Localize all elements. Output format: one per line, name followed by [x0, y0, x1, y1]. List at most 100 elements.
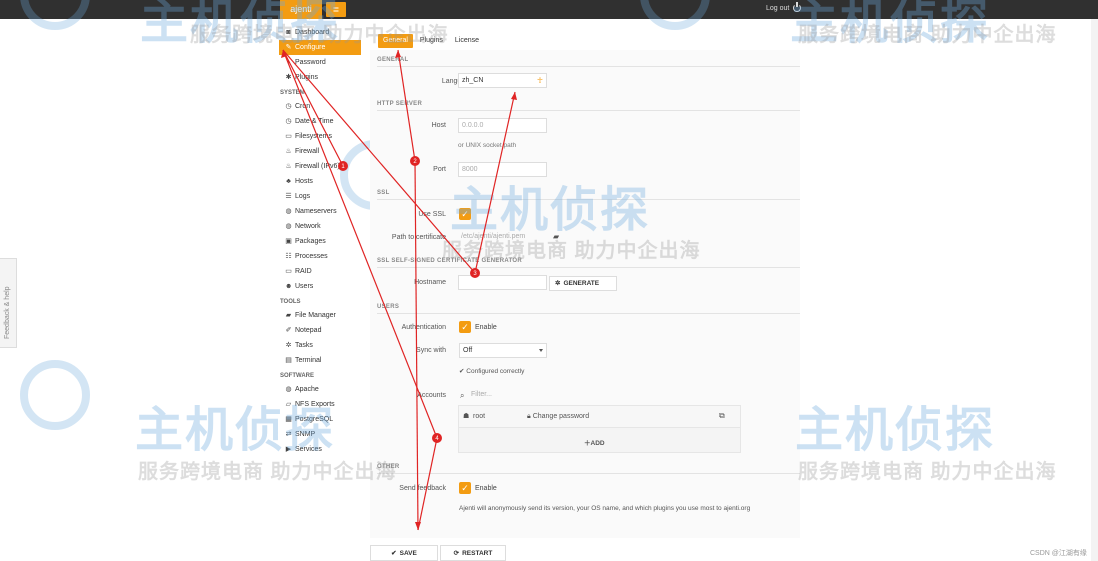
watermark-brand-text: 主机侦探 [795, 404, 996, 457]
language-select[interactable]: zh_CN ☥ [458, 73, 547, 88]
power-icon [793, 2, 802, 12]
globe-icon: ◍ [285, 208, 292, 215]
menu-icon: ≣ [332, 5, 340, 14]
hostname-label: Hostname [414, 279, 446, 286]
gift-icon: ▣ [285, 238, 292, 245]
section-ssl-heading: SSL [377, 190, 390, 196]
send-feedback-checkbox[interactable]: ✓ [459, 482, 471, 494]
sync-status-text: Configured correctly [466, 368, 525, 375]
sidebar-item-password[interactable]: ▪ Password [279, 55, 361, 70]
sidebar-item-label: Tasks [295, 342, 313, 349]
send-feedback-enable-label: Enable [475, 485, 497, 492]
account-row: ☗ root 🔒︎ Change password ⧉ [459, 406, 740, 428]
fire-icon: ♨ [285, 163, 292, 170]
sidebar-item-label: File Manager [295, 312, 336, 319]
sidebar-toggle-button[interactable]: ≣ [326, 2, 346, 17]
certificate-path-label: Path to certificate [391, 234, 446, 241]
sync-with-value: Off [463, 347, 473, 354]
sidebar-item-snmp[interactable]: ⇄ SNMP [279, 427, 361, 442]
sidebar-item-label: Processes [295, 253, 328, 260]
sidebar-item-label: Dashboard [295, 29, 330, 36]
section-ssl-generator-heading: SSL SELF-SIGNED CERTIFICATE GENERATOR [377, 258, 522, 264]
save-button[interactable]: ✔ SAVE [370, 545, 438, 561]
sidebar-item-label: Password [295, 59, 326, 66]
sidebar-item-plugins[interactable]: ✱ Plugins [279, 70, 361, 85]
hostname-input[interactable] [458, 275, 547, 290]
sidebar-item-label: Firewall (IPv6) [295, 163, 340, 170]
restart-label: RESTART [462, 549, 493, 557]
sidebar-item-label: Users [295, 283, 314, 290]
sidebar-item-label: Hosts [295, 178, 313, 185]
tab-general[interactable]: General [378, 34, 413, 48]
sidebar-item-file-manager[interactable]: ▰ File Manager [279, 308, 361, 323]
sync-with-label: Sync with [416, 347, 446, 354]
cogs-icon: ✱ [285, 74, 292, 81]
clock-icon: ◷ [285, 103, 292, 110]
host-input[interactable]: 0.0.0.0 [458, 118, 547, 133]
port-input[interactable]: 8000 [458, 162, 547, 177]
sidebar-item-hosts[interactable]: ♣ Hosts [279, 174, 361, 189]
folder-icon: ▱ [285, 401, 292, 408]
tab-license[interactable]: License [450, 34, 484, 48]
sidebar-item-processes[interactable]: ☷ Processes [279, 249, 361, 264]
change-password-link[interactable]: 🔒︎ Change password [527, 413, 589, 421]
section-divider [377, 110, 800, 111]
sidebar-item-configure[interactable]: ✎ Configure [279, 40, 361, 55]
cogs-icon: ✲ [555, 280, 561, 287]
sidebar-item-label: Packages [295, 238, 326, 245]
generate-button[interactable]: ✲ GENERATE [549, 276, 617, 291]
feedback-help-tab[interactable]: Feedback & help [0, 258, 17, 348]
account-username: root [473, 413, 486, 420]
tab-plugins[interactable]: Plugins [415, 34, 448, 48]
sidebar-item-network[interactable]: ◍ Network [279, 219, 361, 234]
play-icon: ▶ [285, 446, 292, 453]
sidebar-item-nfs-exports[interactable]: ▱ NFS Exports [279, 397, 361, 412]
language-value: zh_CN [462, 77, 484, 84]
section-divider [377, 66, 800, 67]
add-account-button[interactable]: ＋ADD [584, 437, 605, 447]
check-icon: ✓ [461, 322, 469, 332]
sidebar-item-services[interactable]: ▶ Services [279, 442, 361, 457]
sidebar-item-cron[interactable]: ◷ Cron [279, 99, 361, 114]
check-icon: ✓ [461, 209, 469, 219]
restart-button[interactable]: ⟳ RESTART [440, 545, 506, 561]
copy-icon[interactable]: ⧉ [719, 411, 725, 421]
chevron-down-icon [539, 349, 543, 352]
certificate-path-input[interactable]: /etc/ajenti/ajenti.pem [458, 230, 547, 245]
brand-logo[interactable]: ajenti [280, 0, 322, 19]
section-other-heading: OTHER [377, 464, 400, 470]
authentication-label: Authentication [401, 324, 446, 331]
sidebar-item-terminal[interactable]: ▤ Terminal [279, 353, 361, 368]
sidebar-item-label: Date & Time [295, 118, 334, 125]
top-bar: ajenti ≣ Log out [0, 0, 1098, 19]
sidebar-item-postgresql[interactable]: ▦ PostgreSQL [279, 412, 361, 427]
watermark-slogan-text: 服务跨境电商 助力中企出海 [798, 24, 1057, 46]
sidebar-item-label: Cron [295, 103, 311, 110]
hdd-icon: ▭ [285, 268, 292, 275]
generate-label: GENERATE [563, 280, 600, 287]
feedback-note: Ajenti will anonymously send its version… [459, 505, 751, 512]
change-password-label: Change password [532, 413, 590, 420]
use-ssl-checkbox[interactable]: ✓ [459, 208, 471, 220]
sidebar-item-label: Terminal [295, 357, 322, 364]
sidebar-item-label: Nameservers [295, 208, 337, 215]
logout-link[interactable]: Log out [766, 2, 802, 12]
accounts-filter-input[interactable]: Filter... [468, 388, 588, 403]
sidebar-item-dashboard[interactable]: ◙ Dashboard [279, 25, 361, 40]
group-icon: ☻ [285, 283, 293, 290]
check-icon: ✔ [459, 368, 465, 375]
sync-with-select[interactable]: Off [459, 343, 547, 358]
sidebar-item-label: SNMP [295, 431, 316, 438]
host-hint: or UNIX socket path [458, 142, 517, 149]
user-icon: ☗ [463, 413, 470, 420]
authentication-checkbox[interactable]: ✓ [459, 321, 471, 333]
sidebar-item-filesystems[interactable]: ▭ Filesystems [279, 129, 361, 144]
sidebar-item-label: RAID [295, 268, 312, 275]
sidebar-item-firewall[interactable]: ♨ Firewall [279, 144, 361, 159]
page-scrollbar[interactable] [1091, 19, 1098, 561]
accounts-list: ☗ root 🔒︎ Change password ⧉ ＋ADD [458, 405, 741, 453]
sidebar-item-logs[interactable]: ☰ Logs [279, 189, 361, 204]
sidebar-item-label: Services [295, 446, 322, 453]
sidebar-item-raid[interactable]: ▭ RAID [279, 264, 361, 279]
folder-open-icon[interactable]: ▰ [553, 232, 559, 241]
